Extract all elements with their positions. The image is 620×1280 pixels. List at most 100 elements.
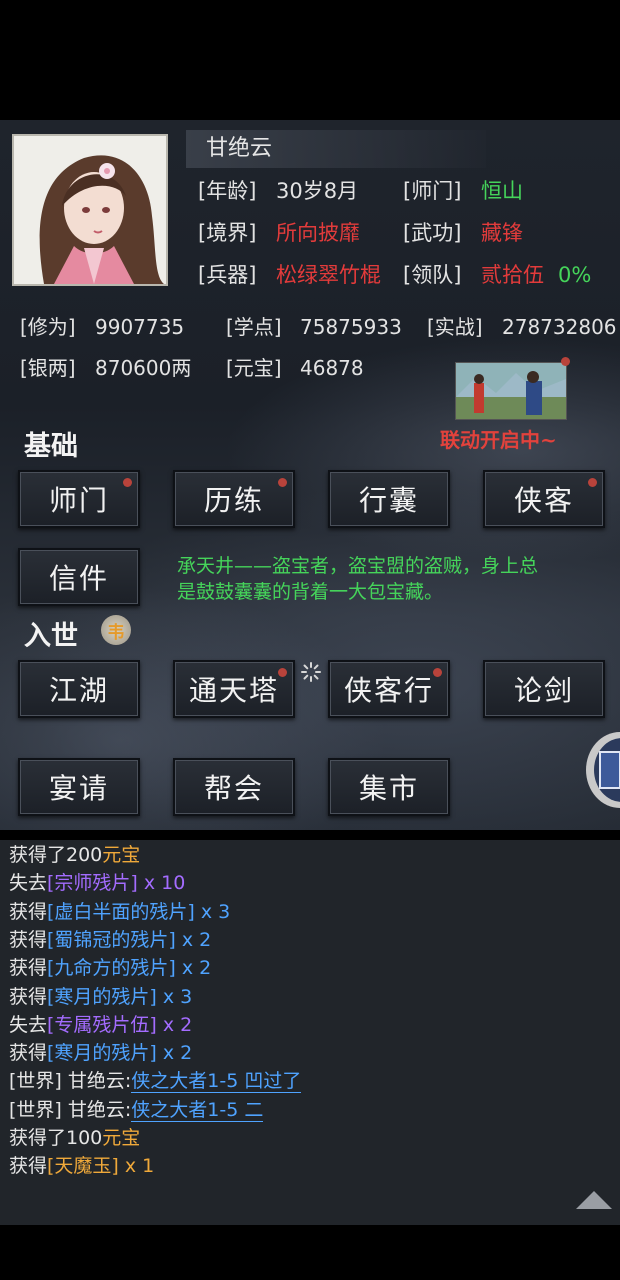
cultivation-value: 9907735 bbox=[95, 315, 185, 339]
silver-label: [银两] bbox=[20, 356, 76, 380]
hero-button-label: 侠客 bbox=[513, 484, 574, 517]
log-line: 失去[宗师残片] x 10 bbox=[9, 872, 185, 894]
martial-value[interactable]: 藏锋 bbox=[481, 220, 523, 246]
hero-button[interactable]: 侠客 bbox=[483, 470, 605, 528]
event-badge-dot bbox=[561, 357, 570, 366]
log-segment: [蜀锦冠的残片] bbox=[47, 928, 176, 951]
log-segment: [宗师残片] bbox=[47, 872, 138, 895]
age-label: [年龄] bbox=[198, 179, 257, 203]
bag-button[interactable]: 行囊 bbox=[328, 470, 450, 528]
sect-label: [师门] bbox=[403, 179, 462, 203]
log-line: 获得了200元宝 bbox=[9, 844, 140, 866]
study-points-value: 75875933 bbox=[300, 315, 402, 339]
log-line: 获得[寒月的残片] x 2 bbox=[9, 1042, 192, 1064]
book-side-icon[interactable] bbox=[586, 732, 620, 808]
section-title-world: 入世 bbox=[24, 621, 78, 652]
log-line: [世界] 甘绝云:侠之大者1-5 凹过了 bbox=[9, 1070, 302, 1094]
sect-button-label: 师门 bbox=[48, 484, 109, 517]
tower-badge-dot bbox=[278, 668, 287, 677]
log-segment: 失去 bbox=[9, 1013, 48, 1036]
ingot-value: 46878 bbox=[300, 356, 364, 380]
log-link[interactable]: 侠之大者1-5 二 bbox=[131, 1098, 264, 1122]
tip-line-1: 承天井——盗宝者，盗宝盟的盗贼，身上总 bbox=[177, 555, 539, 577]
silver-value: 870600两 bbox=[95, 356, 192, 380]
log-segment: 获得 bbox=[9, 1042, 48, 1065]
scroll-up-arrow-icon[interactable] bbox=[576, 1190, 612, 1210]
log-line: 失去[专属残片伍] x 2 bbox=[9, 1014, 192, 1036]
tower-button[interactable]: 通天塔 bbox=[173, 660, 295, 718]
team-percent: 0% bbox=[558, 263, 592, 287]
character-avatar bbox=[14, 136, 166, 284]
event-label[interactable]: 联动开启中~ bbox=[440, 427, 557, 453]
world-badge-icon[interactable]: 韦 bbox=[101, 615, 131, 645]
study-points-label: [学点] bbox=[226, 315, 282, 339]
banquet-button-label: 宴请 bbox=[48, 772, 109, 805]
log-segment: [虚白半面的残片] bbox=[47, 900, 195, 923]
martial-label: [武功] bbox=[403, 221, 462, 245]
realm-label: [境界] bbox=[198, 221, 257, 245]
log-segment: 失去 bbox=[9, 872, 48, 895]
log-line: 获得[九命方的残片] x 2 bbox=[9, 957, 211, 979]
log-segment: [天魔玉] bbox=[47, 1155, 119, 1178]
hero-badge-dot bbox=[588, 478, 597, 487]
duel-button[interactable]: 论剑 bbox=[483, 660, 605, 718]
log-segment: x 1 bbox=[118, 1155, 155, 1178]
log-segment: 获得 bbox=[9, 1155, 48, 1178]
hero-journey-button-label: 侠客行 bbox=[343, 674, 434, 707]
log-line: 获得了100元宝 bbox=[9, 1127, 140, 1149]
log-line: 获得[天魔玉] x 1 bbox=[9, 1155, 154, 1177]
character-portrait[interactable] bbox=[12, 134, 168, 286]
training-button[interactable]: 历练 bbox=[173, 470, 295, 528]
log-segment: 获得了100 bbox=[9, 1127, 103, 1149]
age-value: 30岁8月 bbox=[276, 179, 359, 203]
team-label: [领队] bbox=[403, 263, 462, 287]
banquet-button[interactable]: 宴请 bbox=[18, 758, 140, 816]
ingot-label: [元宝] bbox=[226, 356, 282, 380]
duel-button-label: 论剑 bbox=[513, 674, 574, 707]
log-segment: 元宝 bbox=[102, 844, 141, 866]
log-segment: [世界] 甘绝云: bbox=[9, 1098, 132, 1121]
sect-value[interactable]: 恒山 bbox=[481, 178, 523, 204]
team-value[interactable]: 贰拾伍 bbox=[481, 262, 544, 288]
tip-line-2: 是鼓鼓囊囊的背着一大包宝藏。 bbox=[177, 581, 444, 603]
world-badge-label: 韦 bbox=[107, 622, 125, 643]
guild-button-label: 帮会 bbox=[203, 772, 264, 805]
weapon-label: [兵器] bbox=[198, 263, 257, 287]
log-segment: 元宝 bbox=[102, 1127, 141, 1149]
log-segment: x 2 bbox=[156, 1013, 193, 1036]
training-button-label: 历练 bbox=[203, 484, 264, 517]
hero-journey-button[interactable]: 侠客行 bbox=[328, 660, 450, 718]
cultivation-label: [修为] bbox=[20, 315, 76, 339]
hero-journey-badge-dot bbox=[433, 668, 442, 677]
mail-button-label: 信件 bbox=[48, 562, 109, 595]
loading-spinner-icon bbox=[301, 662, 321, 682]
log-segment: 获得 bbox=[9, 928, 48, 951]
log-segment: 获得 bbox=[9, 900, 48, 923]
game-panel: 甘绝云 [年龄] 30岁8月 [师门] 恒山 [境界] 所向披靡 [武功] 藏锋… bbox=[0, 120, 620, 830]
tower-button-label: 通天塔 bbox=[188, 674, 279, 707]
log-link[interactable]: 侠之大者1-5 凹过了 bbox=[131, 1070, 302, 1094]
bag-button-label: 行囊 bbox=[358, 484, 419, 517]
mail-button[interactable]: 信件 bbox=[18, 548, 140, 606]
log-segment: [专属残片伍] bbox=[47, 1013, 157, 1036]
realm-value: 所向披靡 bbox=[276, 221, 360, 245]
weapon-value[interactable]: 松绿翠竹棍 bbox=[276, 262, 381, 288]
log-segment: [寒月的残片] bbox=[47, 985, 157, 1008]
log-segment: x 2 bbox=[156, 1042, 193, 1065]
log-segment: [寒月的残片] bbox=[47, 1042, 157, 1065]
log-segment: [世界] 甘绝云: bbox=[9, 1070, 132, 1093]
log-segment: 获得了200 bbox=[9, 844, 103, 866]
jianghu-button[interactable]: 江湖 bbox=[18, 660, 140, 718]
log-segment: x 3 bbox=[156, 985, 193, 1008]
event-banner-image bbox=[456, 363, 566, 419]
log-segment: 获得 bbox=[9, 957, 48, 980]
log-line: [世界] 甘绝云:侠之大者1-5 二 bbox=[9, 1098, 264, 1122]
guild-button[interactable]: 帮会 bbox=[173, 758, 295, 816]
sect-button[interactable]: 师门 bbox=[18, 470, 140, 528]
message-log[interactable]: 获得了200元宝 失去[宗师残片] x 10 获得[虚白半面的残片] x 3 获得[蜀… bbox=[0, 840, 620, 1225]
log-segment: [九命方的残片] bbox=[47, 957, 176, 980]
market-button[interactable]: 集市 bbox=[328, 758, 450, 816]
log-segment: x 2 bbox=[175, 928, 212, 951]
log-segment: x 2 bbox=[175, 957, 212, 980]
event-banner[interactable] bbox=[455, 362, 567, 420]
